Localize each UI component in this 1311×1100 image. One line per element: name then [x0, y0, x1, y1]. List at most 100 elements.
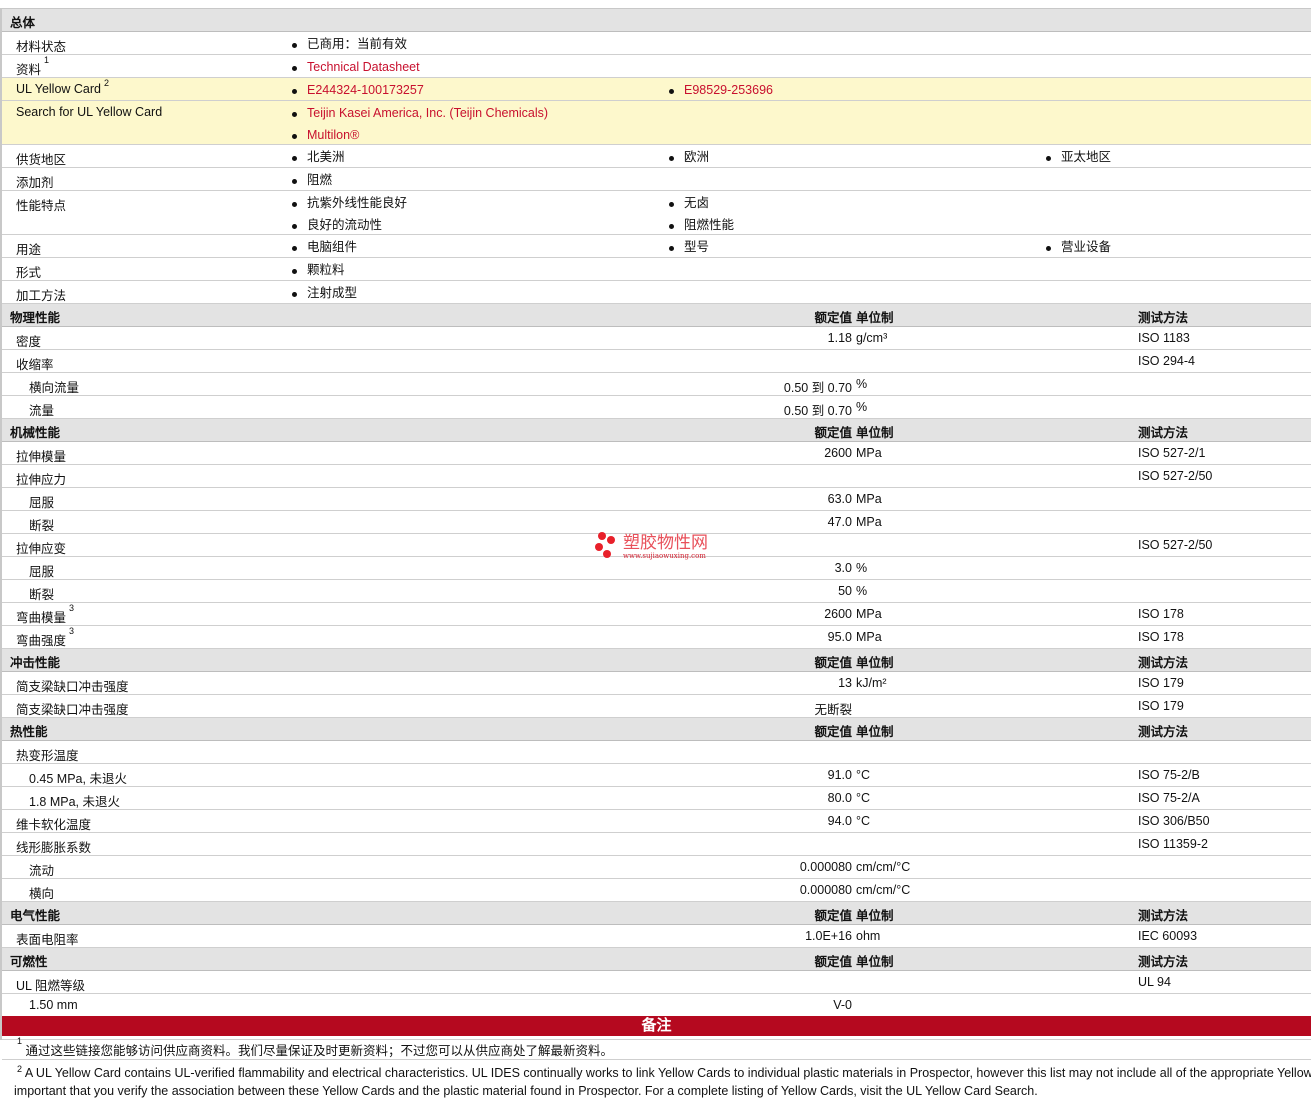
section-header: 物理性能 额定值 单位制 测试方法	[2, 304, 1311, 327]
property-value: V-0	[833, 998, 852, 1012]
property-value: 无断裂	[814, 703, 852, 717]
property-label: 屈服	[29, 492, 54, 511]
section-header: 机械性能 额定值 单位制 测试方法	[2, 419, 1311, 442]
property-row: 弯曲强度3 95.0 MPa ISO 178	[2, 626, 1311, 649]
link-item[interactable]: Multilon®	[292, 123, 548, 145]
list-item: 抗紫外线性能良好	[292, 191, 407, 213]
value-column: 亚太地区	[1046, 145, 1111, 167]
property-value: 1.0E+16	[805, 929, 852, 943]
property-unit: MPa	[856, 607, 882, 621]
general-row: 加工方法 注射成型	[2, 281, 1311, 304]
row-label: 资料1	[16, 55, 49, 78]
label-text: 材料状态	[16, 40, 67, 54]
header-unit: 单位制	[856, 311, 894, 325]
property-label: 弯曲强度3	[16, 626, 74, 649]
list-item: 营业设备	[1046, 235, 1111, 257]
value-column: 抗紫外线性能良好 良好的流动性	[292, 191, 407, 235]
section-header: 热性能 额定值 单位制 测试方法	[2, 718, 1311, 741]
property-label: 简支梁缺口冲击强度	[16, 699, 129, 718]
link-item[interactable]: E244324-100173257	[292, 78, 424, 100]
property-label: 线形膨胀系数	[16, 837, 91, 856]
property-label: 屈服	[29, 561, 54, 580]
footnote-ref: 1	[44, 55, 50, 65]
row-label: 形式	[16, 262, 41, 281]
row-label: 供货地区	[16, 149, 66, 168]
section-header: 冲击性能 额定值 单位制 测试方法	[2, 649, 1311, 672]
label-text: 1.50 mm	[29, 998, 78, 1012]
value-column: 营业设备	[1046, 235, 1111, 257]
label-text: 表面电阻率	[16, 933, 79, 947]
section-title: 可燃性	[10, 955, 48, 969]
property-label: 热变形温度	[16, 745, 79, 764]
label-text: 性能特点	[16, 199, 67, 213]
label-text: 加工方法	[16, 289, 67, 303]
label-text: 收缩率	[16, 358, 54, 372]
property-value: 0.000080	[799, 860, 852, 874]
property-value: 91.0	[827, 768, 852, 782]
property-value: 0.000080	[799, 883, 852, 897]
general-row: 供货地区 北美洲 欧洲 亚太地区	[2, 145, 1311, 168]
footnote-ref: 2	[104, 78, 110, 88]
property-unit: %	[856, 377, 868, 391]
test-method: ISO 178	[1138, 630, 1184, 644]
header-unit: 单位制	[856, 725, 894, 739]
label-text: 简支梁缺口冲击强度	[16, 703, 129, 717]
property-unit: ohm	[856, 929, 881, 943]
label-text: 横向流量	[29, 381, 80, 395]
link-item[interactable]: Teijin Kasei America, Inc. (Teijin Chemi…	[292, 101, 548, 123]
footnote-1: 1 通过这些链接您能够访问供应商资料。我们尽量保证及时更新资料；不过您可以从供应…	[17, 1036, 614, 1058]
label-text: 0.45 MPa, 未退火	[29, 772, 127, 786]
property-unit: MPa	[856, 492, 882, 506]
property-row: 流量 0.50 到 0.70%	[2, 396, 1311, 419]
header-unit: 单位制	[856, 426, 894, 440]
list-item: 欧洲	[669, 145, 709, 167]
property-row: 流动 0.000080 cm/cm/°C	[2, 856, 1311, 879]
property-value: 94.0	[827, 814, 852, 828]
property-row: 热变形温度	[2, 741, 1311, 764]
header-method: 测试方法	[1138, 909, 1189, 923]
value-column: E98529-253696	[669, 78, 773, 100]
property-value: 2600	[824, 446, 852, 460]
property-value: 95.0	[827, 630, 852, 644]
property-label: 流动	[29, 860, 54, 879]
notes-header: 备注	[2, 1016, 1311, 1036]
value-column: Teijin Kasei America, Inc. (Teijin Chemi…	[292, 101, 548, 145]
value-column: 欧洲	[669, 145, 709, 167]
list-item: 北美洲	[292, 145, 345, 167]
property-unit: °C	[856, 814, 871, 828]
property-row: 横向流量 0.50 到 0.70%	[2, 373, 1311, 396]
link-item[interactable]: E98529-253696	[669, 78, 773, 100]
property-row: 简支梁缺口冲击强度 无断裂 ISO 179	[2, 695, 1311, 718]
property-value: 3.0	[834, 561, 852, 575]
header-method: 测试方法	[1138, 725, 1189, 739]
link-item[interactable]: Technical Datasheet	[292, 55, 420, 77]
test-method: ISO 1183	[1138, 331, 1190, 345]
watermark-logo: 塑胶物性网 www.sujiaowuxing.com	[595, 532, 708, 560]
value-column: 已商用：当前有效	[292, 32, 407, 54]
property-label: 简支梁缺口冲击强度	[16, 676, 129, 695]
property-row: 表面电阻率 1.0E+16 ohm IEC 60093	[2, 925, 1311, 948]
test-method: ISO 179	[1138, 676, 1184, 690]
property-label: 断裂	[29, 515, 54, 534]
value-column: 北美洲	[292, 145, 345, 167]
row-label: 性能特点	[16, 195, 66, 214]
label-text: 用途	[16, 243, 42, 257]
property-label: 密度	[16, 331, 41, 350]
property-row: 拉伸模量 2600 MPa ISO 527-2/1	[2, 442, 1311, 465]
property-unit: MPa	[856, 446, 882, 460]
property-row: 断裂 50%	[2, 580, 1311, 603]
row-label: 加工方法	[16, 285, 66, 304]
header-value: 额定值	[814, 426, 852, 440]
header-value: 额定值	[814, 656, 852, 670]
section-header-general: 总体	[2, 9, 1311, 32]
label-text: 拉伸应变	[16, 542, 67, 556]
property-row: 线形膨胀系数 ISO 11359-2	[2, 833, 1311, 856]
section-header: 可燃性 额定值 单位制 测试方法	[2, 948, 1311, 971]
general-row: Search for UL Yellow Card Teijin Kasei Am…	[2, 101, 1311, 145]
label-text: 线形膨胀系数	[16, 841, 92, 855]
test-method: ISO 527-2/1	[1138, 446, 1206, 460]
property-row: 屈服 63.0 MPa	[2, 488, 1311, 511]
header-unit: 单位制	[856, 656, 894, 670]
property-label: 1.8 MPa, 未退火	[29, 791, 120, 810]
section-title: 物理性能	[10, 311, 61, 325]
